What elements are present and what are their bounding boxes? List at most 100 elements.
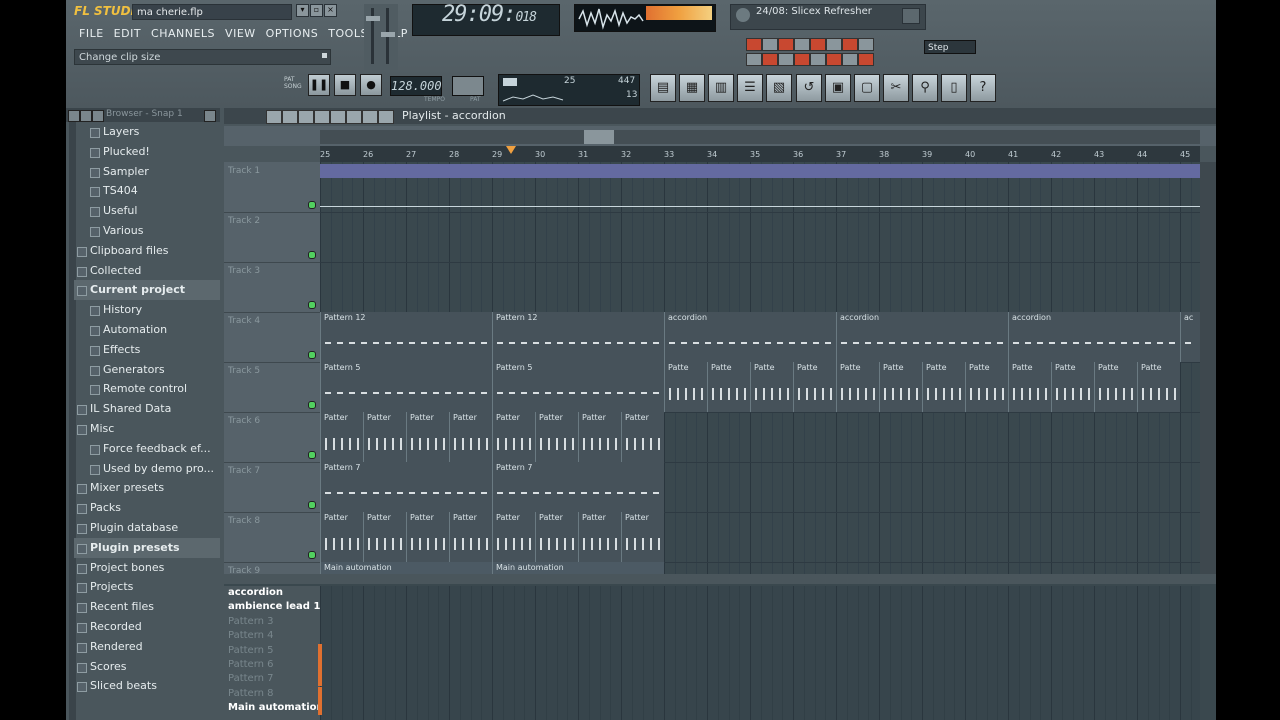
pause-button[interactable]: ❚❚ [308,74,330,96]
browser-item[interactable]: Packs [74,498,220,518]
pattern-clip[interactable]: Pattern 5 [320,362,492,412]
mixer-window-icon[interactable]: ▧ [766,74,792,102]
piano-roll-icon[interactable]: ▥ [708,74,734,102]
document-icon[interactable]: ▯ [941,74,967,102]
delete-tool-icon[interactable] [298,110,314,124]
master-pitch-knob[interactable] [381,32,395,37]
brush-tool-icon[interactable] [282,110,298,124]
snap-button-1[interactable] [746,38,762,51]
browser-item[interactable]: Clipboard files [74,241,220,261]
snap-button-16[interactable] [858,53,874,66]
pattern-clip[interactable]: accordion [664,312,836,362]
automation-curve[interactable] [320,206,1200,207]
browser-item[interactable]: Sliced beats [74,676,220,696]
track-header[interactable]: Track 1 [224,162,320,213]
playlist-hscrollbar[interactable] [320,130,1200,144]
playhead-marker[interactable] [506,146,516,154]
picker-pattern-item[interactable]: Pattern 8 [228,687,274,701]
pattern-clip[interactable]: Patte [664,362,707,412]
browser-item[interactable]: History [74,300,220,320]
picker-pattern-item[interactable]: accordion [228,586,283,600]
restore-icon[interactable]: ▫ [310,4,323,17]
browser-window-icon[interactable]: ☰ [737,74,763,102]
pattern-clip[interactable]: Patter [621,512,664,562]
track-mute-led[interactable] [308,401,316,409]
save-icon[interactable]: ▣ [825,74,851,102]
track-header[interactable]: Track 8 [224,512,320,563]
pattern-clip[interactable]: Patter [320,412,363,462]
browser-item[interactable]: IL Shared Data [74,399,220,419]
browser-back-icon[interactable] [80,110,92,122]
browser-item[interactable]: Project bones [74,558,220,578]
snap-button-5[interactable] [810,38,826,51]
browser-item[interactable]: Rendered [74,637,220,657]
playlist-window-icon[interactable]: ▤ [650,74,676,102]
pattern-clip[interactable]: Patter [492,512,535,562]
select-tool-icon[interactable] [362,110,378,124]
pattern-clip[interactable]: accordion [1008,312,1180,362]
pattern-clip[interactable]: Patter [578,512,621,562]
pattern-clip[interactable]: Patter [320,512,363,562]
playlist-hscroll-thumb[interactable] [584,130,614,144]
pattern-clip[interactable]: Patter [535,512,578,562]
snap-button-7[interactable] [842,38,858,51]
picker-pattern-item[interactable]: Pattern 6 [228,658,274,672]
picker-pattern-item[interactable]: Pattern 5 [228,644,274,658]
pattern-clip[interactable]: Patte [879,362,922,412]
snap-button-10[interactable] [762,53,778,66]
browser-item[interactable]: Sampler [74,162,220,182]
record-button[interactable]: ● [360,74,382,96]
mute-tool-icon[interactable] [314,110,330,124]
track-mute-led[interactable] [308,301,316,309]
pattern-clip[interactable]: Patte [1137,362,1180,412]
close-icon[interactable]: × [324,4,337,17]
browser-item[interactable]: Remote control [74,379,220,399]
track-header[interactable]: Track 2 [224,212,320,263]
browser-item[interactable]: Force feedback ef... [74,439,220,459]
menu-view[interactable]: VIEW [220,26,261,42]
tempo-display[interactable]: 128.000 [390,76,442,96]
track1-clip-band[interactable] [320,164,1200,178]
browser-forward-icon[interactable] [92,110,104,122]
snap-button-6[interactable] [826,38,842,51]
pattern-clip[interactable]: accordion [836,312,1008,362]
pattern-clip[interactable]: Patte [750,362,793,412]
picker-pattern-item[interactable]: Pattern 4 [228,629,274,643]
pat-song-switch[interactable]: PAT SONG [284,76,302,90]
browser-item[interactable]: Recorded [74,617,220,637]
picker-pattern-item[interactable]: Pattern 7 [228,672,274,686]
track-mute-led[interactable] [308,551,316,559]
browser-item[interactable]: Misc [74,419,220,439]
browser-item[interactable]: Plugin presets [74,537,220,558]
browser-item[interactable]: Generators [74,360,220,380]
pattern-clip[interactable]: ac [1180,312,1200,362]
pattern-clip[interactable]: Pattern 12 [320,312,492,362]
track-header[interactable]: Track 7 [224,462,320,513]
track-header[interactable]: Track 4 [224,312,320,363]
track-mute-led[interactable] [308,201,316,209]
search-icon[interactable]: ⚲ [912,74,938,102]
pattern-clip[interactable]: Main automation [492,562,664,574]
menu-channels[interactable]: CHANNELS [146,26,220,42]
snap-button-3[interactable] [778,38,794,51]
pattern-clip[interactable]: Patter [492,412,535,462]
pattern-clip[interactable]: Patte [922,362,965,412]
undo-icon[interactable]: ↺ [796,74,822,102]
minimize-icon[interactable]: ▾ [296,4,309,17]
menu-edit[interactable]: EDIT [109,26,146,42]
pattern-clip[interactable]: Main automation [320,562,492,574]
pattern-clip[interactable]: Patte [1051,362,1094,412]
help-icon[interactable]: ? [970,74,996,102]
track-mute-led[interactable] [308,351,316,359]
step-sequencer-icon[interactable]: ▦ [679,74,705,102]
snap-button-4[interactable] [794,38,810,51]
snap-button-9[interactable] [746,53,762,66]
pattern-clip[interactable]: Pattern 5 [492,362,664,412]
browser-menu-icon[interactable] [68,110,80,122]
picker-pattern-item[interactable]: ambience lead 1 [228,600,320,614]
browser-item[interactable]: Plucked! [74,142,220,162]
pattern-clip[interactable]: Patte [793,362,836,412]
browser-item[interactable]: Automation [74,320,220,340]
browser-item[interactable]: Mixer presets [74,478,220,498]
track-mute-led[interactable] [308,451,316,459]
